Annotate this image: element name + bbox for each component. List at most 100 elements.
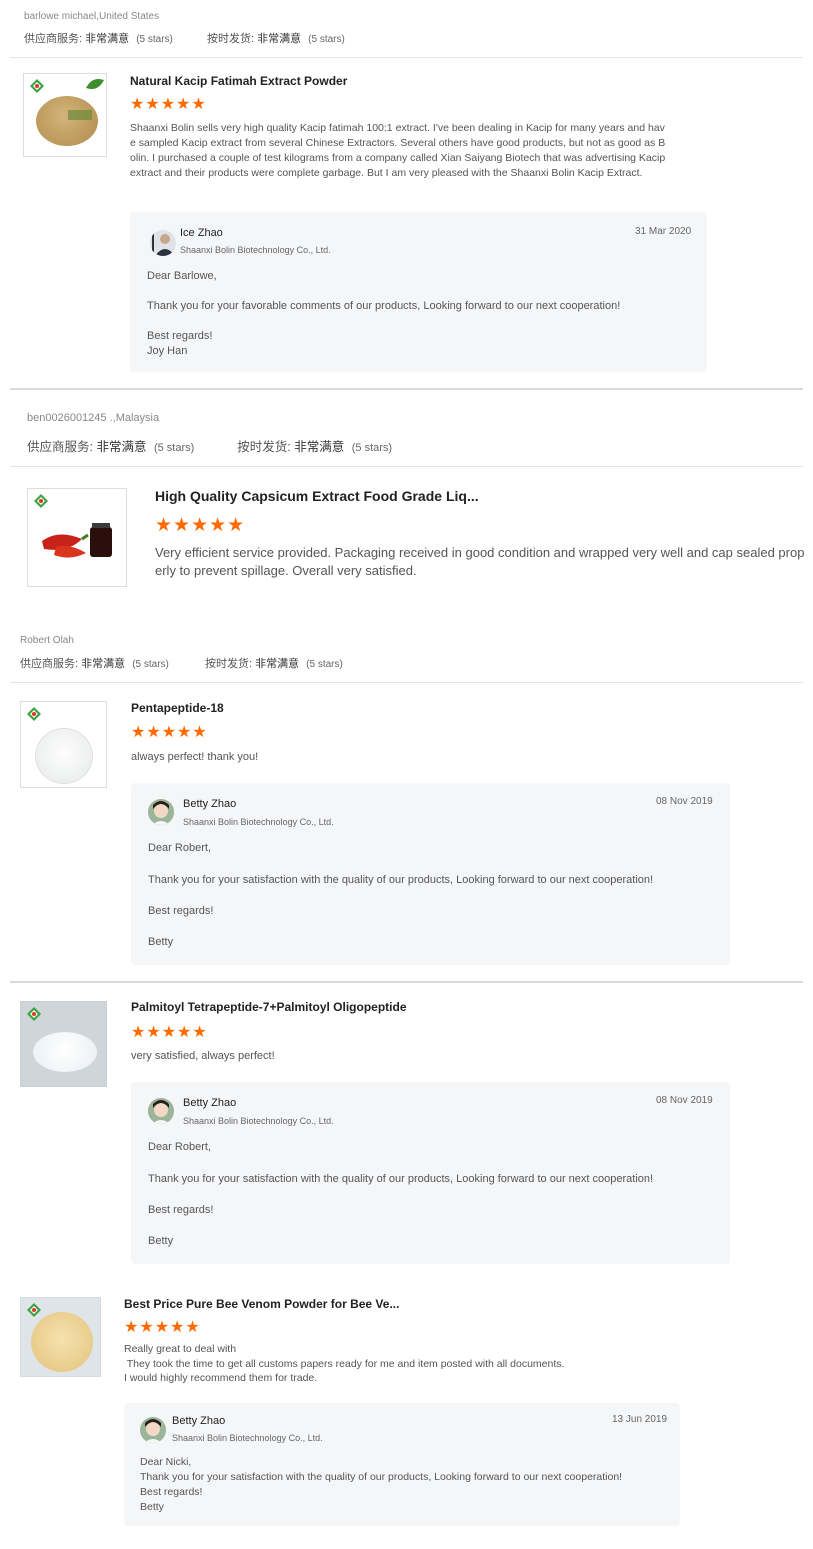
avatar (150, 230, 176, 256)
ratings-row: 供应商服务: 非常满意 (5 stars) 按时发货: 非常满意 (5 star… (27, 436, 392, 455)
reply-date: 13 Jun 2019 (612, 1414, 668, 1425)
reply-author: Betty Zhao (183, 798, 237, 810)
avatar (140, 1417, 166, 1443)
reply-author: Ice Zhao (180, 227, 223, 239)
reply-body: Thank you for your satisfaction with the… (148, 874, 654, 886)
powder-sample (31, 1312, 93, 1372)
brand-logo-icon (34, 494, 48, 508)
reply-company: Shaanxi Bolin Biotechnology Co., Ltd. (180, 245, 331, 255)
service-rating: 非常满意 (81, 658, 126, 670)
reply-company: Shaanxi Bolin Biotechnology Co., Ltd. (183, 817, 334, 827)
service-stars-text: (5 stars) (136, 34, 173, 45)
product-image[interactable] (27, 488, 127, 587)
reply-closing: Best regards! (148, 1204, 214, 1216)
reply-body: Thank you for your satisfaction with the… (140, 1471, 623, 1483)
service-stars-text: (5 stars) (153, 442, 195, 454)
seller-reply: Betty Zhao Shaanxi Bolin Biotechnology C… (124, 1403, 680, 1526)
reply-closing: Best regards! (148, 905, 214, 917)
person-icon (140, 1417, 166, 1443)
divider (10, 466, 803, 467)
product-title[interactable]: High Quality Capsicum Extract Food Grade… (155, 488, 479, 504)
reply-signature: Betty (140, 1501, 164, 1513)
product-image[interactable] (20, 1001, 107, 1087)
product-image[interactable] (23, 73, 107, 157)
reply-author: Betty Zhao (172, 1415, 226, 1427)
service-label: 供应商服务: (20, 658, 79, 670)
delivery-stars-text: (5 stars) (351, 442, 393, 454)
seller-reply: Ice Zhao Shaanxi Bolin Biotechnology Co.… (130, 212, 707, 372)
product-image[interactable] (20, 1297, 101, 1377)
product-title[interactable]: Natural Kacip Fatimah Extract Powder (130, 74, 347, 88)
product-title[interactable]: Pentapeptide-18 (131, 701, 224, 715)
rating-stars: ★★★★★ (130, 96, 207, 113)
review-text: always perfect! thank you! (131, 751, 259, 763)
review-divider (10, 981, 803, 983)
reviewer-name: barlowe michael,United States (24, 11, 160, 22)
reply-body: Thank you for your satisfaction with the… (148, 1173, 654, 1185)
brand-logo-icon (27, 707, 41, 721)
reply-signature: Betty (148, 1235, 174, 1247)
service-label: 供应商服务: (24, 33, 83, 45)
review-text: very satisfied, always perfect! (131, 1050, 275, 1062)
reply-date: 31 Mar 2020 (635, 226, 692, 237)
reply-greeting: Dear Robert, (148, 1141, 211, 1153)
reply-body: Thank you for your favorable comments of… (147, 300, 621, 312)
reply-signature: Betty (148, 936, 174, 948)
reply-company: Shaanxi Bolin Biotechnology Co., Ltd. (183, 1116, 334, 1126)
delivery-rating: 非常满意 (255, 658, 300, 670)
reviewer-name: ben0026001245 .,Malaysia (27, 412, 160, 424)
person-icon (148, 1098, 174, 1124)
delivery-stars-text: (5 stars) (308, 34, 345, 45)
reply-author: Betty Zhao (183, 1097, 237, 1109)
rating-stars: ★★★★★ (131, 1024, 208, 1041)
delivery-stars-text: (5 stars) (306, 659, 343, 670)
product-title[interactable]: Best Price Pure Bee Venom Powder for Bee… (124, 1297, 399, 1311)
person-icon (148, 799, 174, 825)
delivery-label: 按时发货: (204, 658, 253, 670)
reply-greeting: Dear Barlowe, (147, 270, 217, 282)
reply-date: 08 Nov 2019 (656, 1095, 713, 1106)
leaf-icon (86, 79, 104, 89)
ratings-row: 供应商服务: 非常满意 (5 stars) 按时发货: 非常满意 (5 star… (24, 30, 345, 46)
divider (10, 682, 803, 683)
reply-greeting: Dear Robert, (148, 842, 211, 854)
reply-greeting: Dear Nicki, (140, 1456, 192, 1468)
reply-company: Shaanxi Bolin Biotechnology Co., Ltd. (172, 1433, 323, 1443)
service-rating: 非常满意 (96, 440, 147, 454)
review-text: Shaanxi Bolin sells very high quality Ka… (130, 122, 666, 179)
review-text: Very efficient service provided. Packagi… (155, 545, 805, 578)
reviewer-name: Robert Olah (20, 635, 74, 646)
delivery-rating: 非常满意 (257, 33, 302, 45)
reply-signature: Joy Han (147, 345, 188, 357)
service-stars-text: (5 stars) (132, 659, 169, 670)
product-image[interactable] (20, 701, 107, 788)
ratings-row: 供应商服务: 非常满意 (5 stars) 按时发货: 非常满意 (5 star… (20, 655, 343, 671)
seller-reply: Betty Zhao Shaanxi Bolin Biotechnology C… (131, 783, 730, 965)
avatar (148, 799, 174, 825)
avatar (148, 1098, 174, 1124)
pepper-icon (42, 523, 112, 558)
powder-sample (33, 1032, 97, 1072)
delivery-label: 按时发货: (206, 33, 255, 45)
product-title[interactable]: Palmitoyl Tetrapeptide-7+Palmitoyl Oligo… (131, 1000, 407, 1014)
product-label (68, 110, 92, 120)
reply-date: 08 Nov 2019 (656, 796, 713, 807)
powder-sample (36, 96, 98, 146)
brand-logo-icon (27, 1303, 41, 1317)
reply-closing: Best regards! (140, 1486, 203, 1498)
reply-closing: Best regards! (147, 330, 213, 342)
delivery-label: 按时发货: (237, 440, 291, 454)
rating-stars: ★★★★★ (124, 1319, 201, 1336)
rating-stars: ★★★★★ (131, 724, 208, 741)
review-text: Really great to deal with They took the … (124, 1342, 564, 1386)
brand-logo-icon (27, 1007, 41, 1021)
brand-logo-icon (30, 79, 44, 93)
service-rating: 非常满意 (85, 33, 130, 45)
person-icon (152, 232, 175, 256)
service-label: 供应商服务: (27, 440, 93, 454)
delivery-rating: 非常满意 (294, 440, 345, 454)
rating-stars: ★★★★★ (155, 515, 246, 536)
review-text-line: I would highly recommend them for trade. (124, 1372, 318, 1384)
seller-reply: Betty Zhao Shaanxi Bolin Biotechnology C… (131, 1082, 730, 1264)
review-text-line: Really great to deal with (124, 1343, 237, 1355)
